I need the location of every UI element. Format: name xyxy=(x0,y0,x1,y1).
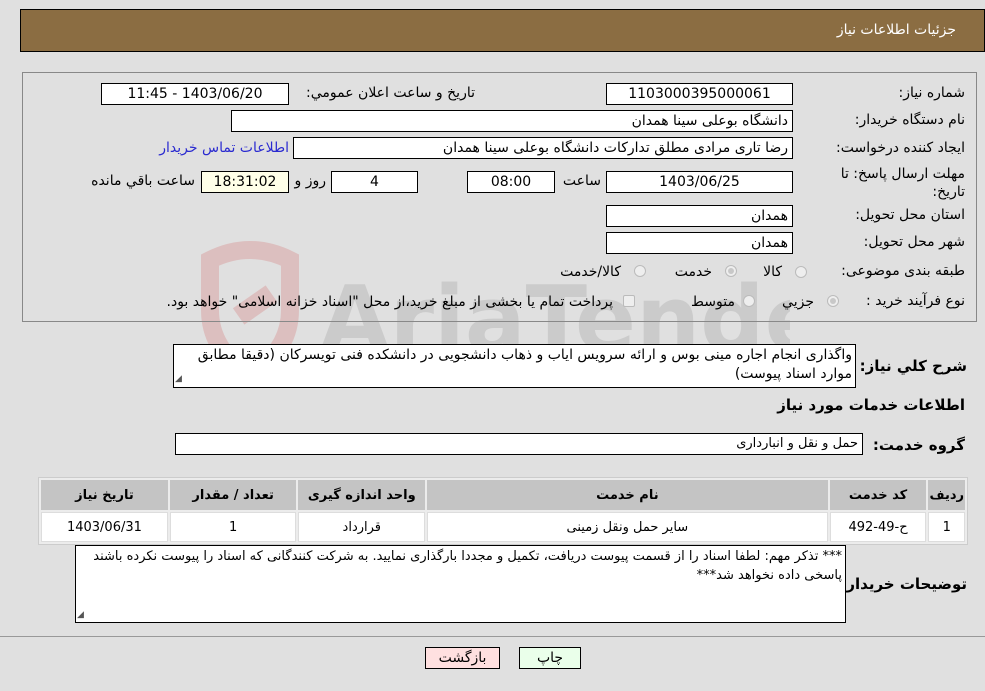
resize-handle-icon[interactable]: ◢ xyxy=(77,610,84,620)
service-group-label: گروه خدمت: xyxy=(872,436,965,454)
cell-service-code: ح-49-492 xyxy=(829,512,927,542)
remaining-time-field: 18:31:02 xyxy=(201,171,289,193)
services-table: رديف کد خدمت نام خدمت واحد اندازه گيری ت… xyxy=(38,477,968,545)
page-title: جزئیات اطلاعات نیاز xyxy=(836,22,956,38)
treasury-payment-checkbox[interactable] xyxy=(623,295,635,307)
buyer-org-label: نام دستگاه خريدار: xyxy=(854,112,965,128)
services-section-title: اطلاعات خدمات مورد نياز xyxy=(777,396,965,414)
buyer-contact-link[interactable]: اطلاعات تماس خريدار xyxy=(159,140,289,156)
col-header-unit: واحد اندازه گيری xyxy=(298,480,426,510)
cell-quantity: 1 xyxy=(169,512,297,542)
category-goods-service-radio[interactable] xyxy=(634,265,646,277)
page-header: جزئیات اطلاعات نیاز xyxy=(20,9,985,52)
col-header-quantity: تعداد / مقدار xyxy=(169,480,297,510)
deadline-time-label: ساعت xyxy=(562,173,601,189)
purchase-type-minor-label: جزيي xyxy=(782,294,814,310)
purchase-type-minor-radio[interactable] xyxy=(827,295,839,307)
purchase-type-medium-label: متوسط xyxy=(691,294,735,310)
col-header-service-code: کد خدمت xyxy=(829,480,927,510)
service-group-field: حمل و نقل و انبارداری xyxy=(175,433,863,455)
cell-unit: قرارداد xyxy=(298,512,426,542)
province-label: استان محل تحویل: xyxy=(855,207,965,223)
col-header-need-date: تاريخ نياز xyxy=(41,480,168,510)
category-label: طبقه بندی موضوعی: xyxy=(841,263,965,279)
resize-handle-icon[interactable]: ◢ xyxy=(175,374,182,384)
table-row: 1 ح-49-492 سایر حمل ونقل زمینی قرارداد 1… xyxy=(41,512,965,542)
days-label: روز و xyxy=(294,173,327,189)
province-field: همدان xyxy=(606,205,793,227)
purchase-type-label: نوع فرآیند خرید : xyxy=(866,293,965,309)
remaining-time-label: ساعت باقي مانده xyxy=(91,173,195,189)
category-goods-service-label: کالا/خدمت xyxy=(560,264,621,280)
category-goods-label: کالا xyxy=(763,264,782,280)
cell-service-name: سایر حمل ونقل زمینی xyxy=(427,512,828,542)
buyer-org-field: دانشگاه بوعلی سینا همدان xyxy=(231,110,793,132)
print-button[interactable]: چاپ xyxy=(519,647,581,669)
deadline-label: مهلت ارسال پاسخ: تا تاریخ: xyxy=(840,166,965,200)
category-service-label: خدمت xyxy=(674,264,712,280)
deadline-time-field: 08:00 xyxy=(467,171,555,193)
col-header-row-number: رديف xyxy=(928,480,965,510)
cell-need-date: 1403/06/31 xyxy=(41,512,168,542)
description-label: شرح کلي نياز: xyxy=(859,357,967,375)
col-header-service-name: نام خدمت xyxy=(427,480,828,510)
need-number-label: شماره نیاز: xyxy=(898,85,966,101)
need-number-field: 1103000395000061 xyxy=(606,83,793,105)
requester-field: رضا تاری مرادی مطلق تدارکات دانشگاه بوعل… xyxy=(293,137,793,159)
deadline-date-field: 1403/06/25 xyxy=(606,171,793,193)
requester-label: ایجاد کننده درخواست: xyxy=(836,140,965,156)
buyer-notes-textarea[interactable]: *** تذکر مهم: لطفا اسناد را از قسمت پیوس… xyxy=(75,545,846,623)
description-textarea[interactable]: واگذاری انجام اجاره مینی بوس و ارائه سرو… xyxy=(173,344,856,388)
city-field: همدان xyxy=(606,232,793,254)
announce-datetime-label: تاریخ و ساعت اعلان عمومي: xyxy=(306,85,475,101)
announce-datetime-field: 1403/06/20 - 11:45 xyxy=(101,83,289,105)
treasury-payment-note: پرداخت تمام یا بخشی از مبلغ خرید،از محل … xyxy=(166,294,613,310)
purchase-type-medium-radio[interactable] xyxy=(743,295,755,307)
city-label: شهر محل تحویل: xyxy=(863,234,965,250)
remaining-days-field: 4 xyxy=(331,171,418,193)
buyer-notes-text: *** تذکر مهم: لطفا اسناد را از قسمت پیوس… xyxy=(93,549,842,583)
footer-divider xyxy=(0,636,985,637)
back-button[interactable]: بازگشت xyxy=(425,647,500,669)
category-goods-radio[interactable] xyxy=(795,266,807,278)
cell-row-number: 1 xyxy=(928,512,965,542)
description-text: واگذاری انجام اجاره مینی بوس و ارائه سرو… xyxy=(197,347,852,382)
category-service-radio[interactable] xyxy=(725,265,737,277)
table-header-row: رديف کد خدمت نام خدمت واحد اندازه گيری ت… xyxy=(41,480,965,510)
buyer-notes-label: توضيحات خريدار: xyxy=(840,575,967,593)
